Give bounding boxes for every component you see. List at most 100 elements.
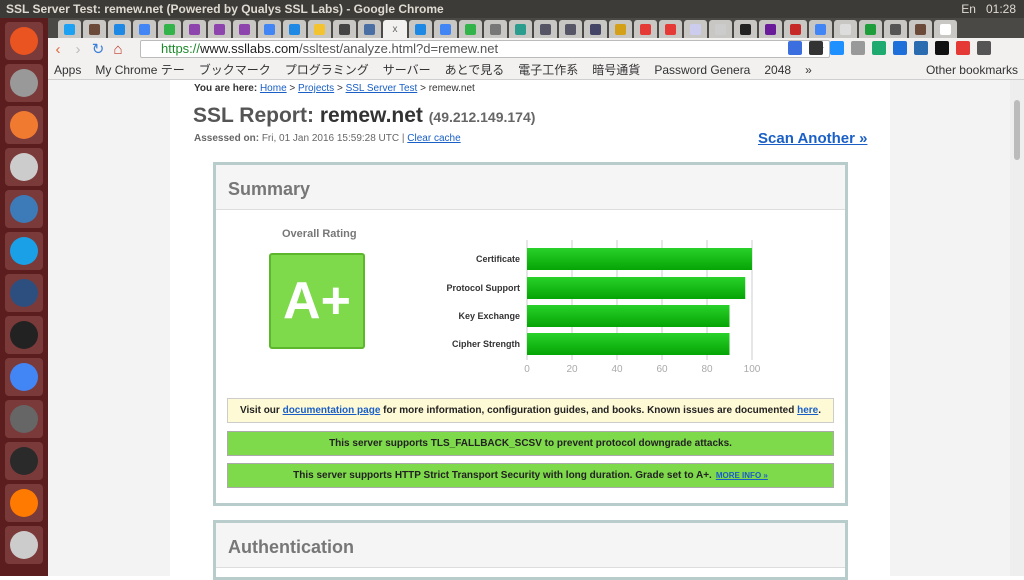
browser-tab[interactable] bbox=[108, 20, 131, 38]
browser-tab[interactable] bbox=[283, 20, 306, 38]
home-icon[interactable]: ⌂ bbox=[108, 41, 128, 58]
bar-protocol-support bbox=[527, 277, 746, 299]
browser-tab[interactable] bbox=[409, 20, 432, 38]
browser-tab[interactable] bbox=[158, 20, 181, 38]
bookmark-item[interactable]: 電子工作系 bbox=[518, 61, 578, 78]
scrollbar[interactable] bbox=[1010, 80, 1024, 576]
scan-another-link[interactable]: Scan Another » bbox=[758, 130, 867, 147]
reload-icon[interactable]: ↻ bbox=[88, 40, 108, 58]
browser-tab[interactable] bbox=[333, 20, 356, 38]
bookmark-item[interactable]: Password Genera bbox=[654, 63, 750, 77]
favicon-icon bbox=[615, 23, 626, 35]
extension-icon[interactable] bbox=[914, 41, 928, 55]
browser-tab[interactable] bbox=[834, 20, 857, 38]
browser-tab[interactable] bbox=[934, 20, 957, 38]
browser-tab[interactable] bbox=[734, 20, 757, 38]
browser-tab[interactable] bbox=[484, 20, 507, 38]
back-icon[interactable]: ‹ bbox=[48, 41, 68, 58]
launcher-jetbrains[interactable] bbox=[5, 190, 43, 228]
forward-icon[interactable]: › bbox=[68, 41, 88, 58]
extension-icon[interactable] bbox=[893, 41, 907, 55]
browser-tab[interactable] bbox=[233, 20, 256, 38]
page-title: SSL Report: remew.net (49.212.149.174) bbox=[193, 104, 536, 127]
bookmark-item[interactable]: » bbox=[805, 63, 812, 77]
browser-tab[interactable] bbox=[759, 20, 782, 38]
browser-tab[interactable] bbox=[183, 20, 206, 38]
crumb-projects[interactable]: Projects bbox=[298, 83, 334, 94]
known-issues-link[interactable]: here bbox=[797, 405, 818, 416]
browser-tab[interactable] bbox=[709, 20, 732, 38]
extension-icon[interactable] bbox=[872, 41, 886, 55]
tick-label: 0 bbox=[524, 364, 530, 375]
launcher-chrome[interactable] bbox=[5, 358, 43, 396]
browser-tab[interactable] bbox=[208, 20, 231, 38]
launcher-ubuntu[interactable] bbox=[5, 22, 43, 60]
browser-tab[interactable] bbox=[659, 20, 682, 38]
browser-tab[interactable] bbox=[609, 20, 632, 38]
extension-icon[interactable] bbox=[809, 41, 823, 55]
favicon-icon bbox=[665, 23, 676, 35]
browser-tab[interactable] bbox=[784, 20, 807, 38]
launcher-skype[interactable] bbox=[5, 232, 43, 270]
extension-icon[interactable] bbox=[851, 41, 865, 55]
launcher-system-monitor[interactable] bbox=[5, 442, 43, 480]
firefox-icon bbox=[10, 489, 38, 517]
browser-tab[interactable] bbox=[809, 20, 832, 38]
keyboard-lang[interactable]: En bbox=[961, 0, 976, 18]
more-info-link[interactable]: MORE INFO » bbox=[716, 471, 768, 480]
browser-tab[interactable] bbox=[884, 20, 907, 38]
browser-tab[interactable] bbox=[258, 20, 281, 38]
bookmark-item[interactable]: サーバー bbox=[383, 61, 431, 78]
browser-tab[interactable] bbox=[584, 20, 607, 38]
crumb-current: remew.net bbox=[428, 83, 475, 94]
favicon-icon bbox=[715, 23, 726, 35]
bookmark-item[interactable]: Apps bbox=[54, 63, 81, 77]
browser-tab[interactable] bbox=[634, 20, 657, 38]
browser-tab[interactable] bbox=[559, 20, 582, 38]
bookmark-item[interactable]: 暗号通貨 bbox=[592, 61, 640, 78]
launcher-firefox[interactable] bbox=[5, 484, 43, 522]
browser-tab[interactable] bbox=[133, 20, 156, 38]
browser-tab[interactable] bbox=[83, 20, 106, 38]
launcher-software-center[interactable] bbox=[5, 106, 43, 144]
browser-tab[interactable] bbox=[308, 20, 331, 38]
browser-tab[interactable] bbox=[358, 20, 381, 38]
bar-key-exchange bbox=[527, 305, 730, 327]
url-input[interactable]: https://www.ssllabs.com/ssltest/analyze.… bbox=[140, 40, 830, 58]
launcher-terminal[interactable] bbox=[5, 316, 43, 354]
favicon-icon bbox=[590, 23, 601, 35]
extension-icon[interactable] bbox=[977, 41, 991, 55]
browser-tab[interactable] bbox=[58, 20, 81, 38]
clear-cache-link[interactable]: Clear cache bbox=[407, 133, 460, 144]
launcher-system-settings[interactable] bbox=[5, 148, 43, 186]
browser-tab[interactable] bbox=[434, 20, 457, 38]
bookmark-item[interactable]: 2048 bbox=[764, 63, 791, 77]
browser-tab[interactable] bbox=[509, 20, 532, 38]
bookmark-item[interactable]: My Chrome テー bbox=[95, 61, 184, 78]
launcher-virtualbox[interactable] bbox=[5, 274, 43, 312]
bookmark-item[interactable]: あとで見る bbox=[445, 61, 505, 78]
extension-icon[interactable] bbox=[956, 41, 970, 55]
browser-tab[interactable] bbox=[534, 20, 557, 38]
extension-icon[interactable] bbox=[935, 41, 949, 55]
browser-tab[interactable] bbox=[909, 20, 932, 38]
launcher-trash[interactable] bbox=[5, 526, 43, 564]
other-bookmarks[interactable]: Other bookmarks bbox=[926, 63, 1018, 77]
clock[interactable]: 01:28 bbox=[986, 0, 1016, 18]
launcher-files[interactable] bbox=[5, 64, 43, 102]
extension-icon[interactable] bbox=[830, 41, 844, 55]
bookmark-item[interactable]: プログラミング bbox=[285, 61, 369, 78]
crumb-home[interactable]: Home bbox=[260, 83, 287, 94]
browser-tab[interactable] bbox=[859, 20, 882, 38]
browser-tab[interactable]: x bbox=[383, 20, 407, 38]
documentation-link[interactable]: documentation page bbox=[283, 405, 381, 416]
documentation-notice: Visit our documentation page for more in… bbox=[227, 398, 834, 423]
extension-icon[interactable] bbox=[788, 41, 802, 55]
launcher-gimp[interactable] bbox=[5, 400, 43, 438]
browser-tab[interactable] bbox=[684, 20, 707, 38]
browser-tab[interactable] bbox=[459, 20, 482, 38]
bookmark-item[interactable]: ブックマーク bbox=[199, 61, 271, 78]
ubuntu-icon bbox=[10, 27, 38, 55]
crumb-ssl-server-test[interactable]: SSL Server Test bbox=[346, 83, 418, 94]
software-center-icon bbox=[10, 111, 38, 139]
